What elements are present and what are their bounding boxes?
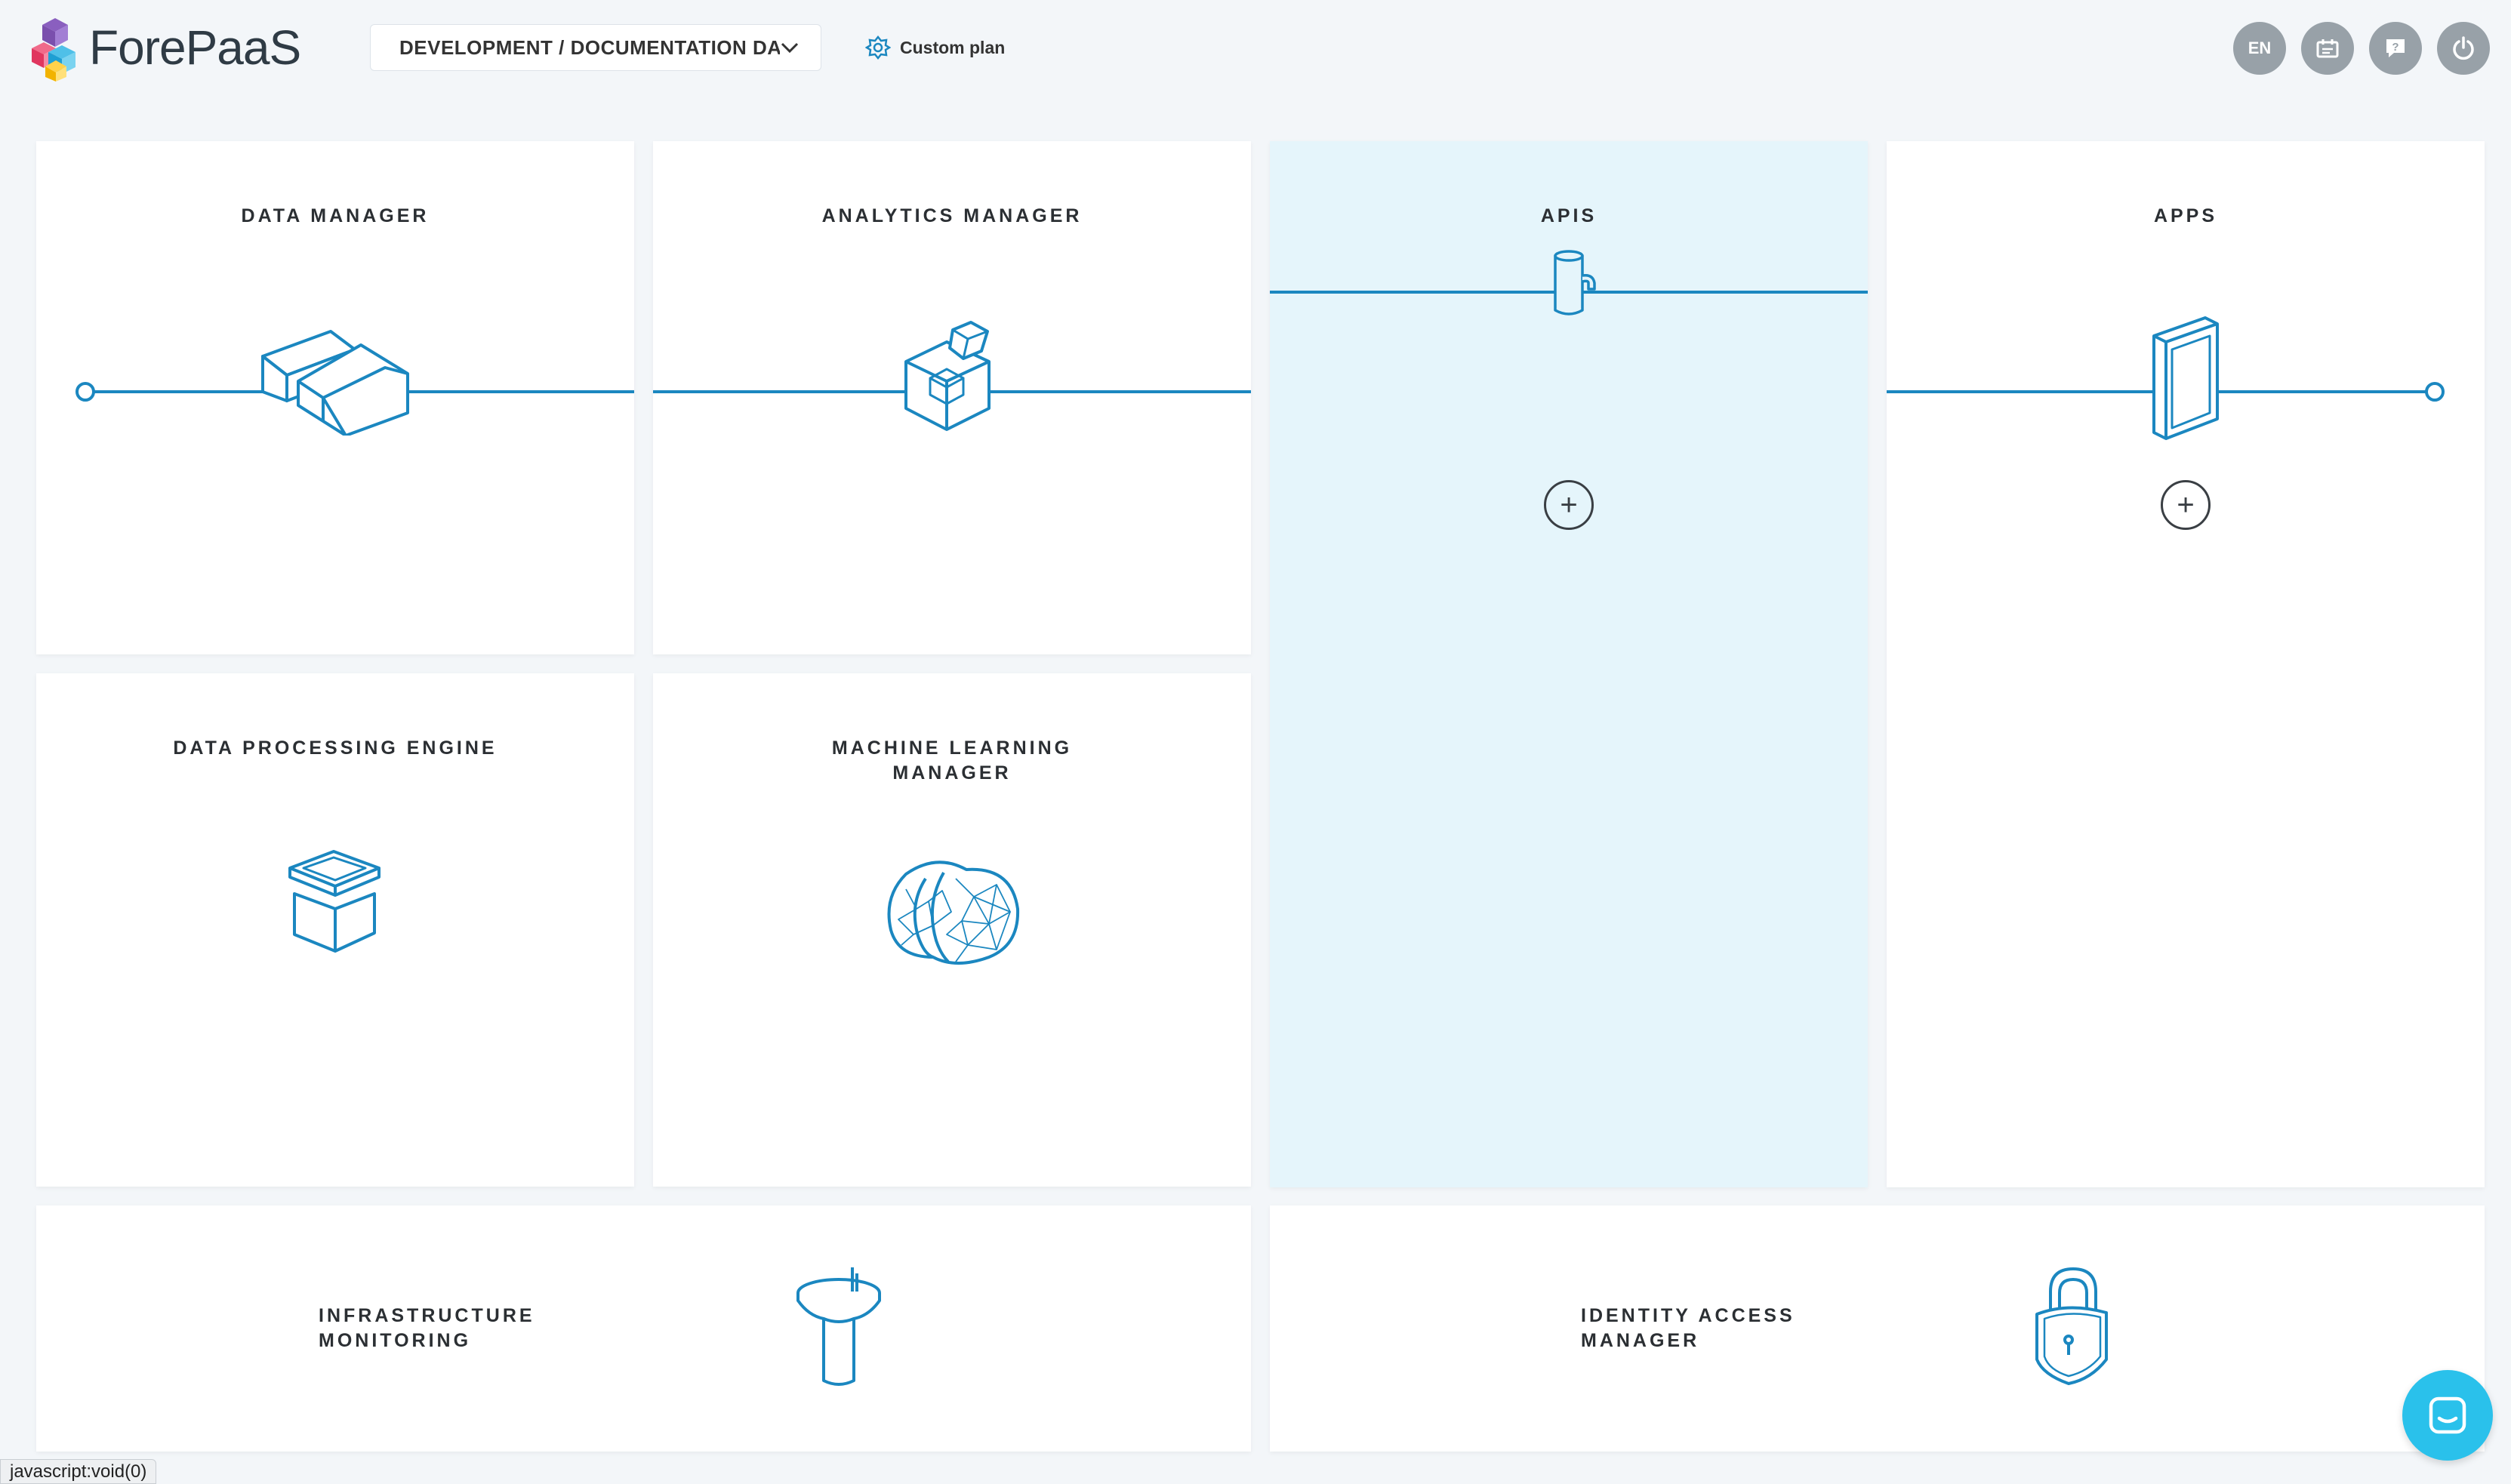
- logout-button[interactable]: [2437, 22, 2490, 75]
- forepaas-logo[interactable]: ForePaaS: [29, 14, 301, 82]
- card-title: DATA MANAGER: [241, 205, 430, 226]
- svg-text:?: ?: [2392, 41, 2399, 54]
- card-title: DATA PROCESSING ENGINE: [173, 737, 498, 759]
- card-infrastructure-monitoring[interactable]: INFRASTRUCTURE MONITORING: [36, 1205, 1251, 1452]
- card-analytics-manager[interactable]: ANALYTICS MANAGER: [653, 141, 1251, 654]
- question-chat-icon: ?: [2386, 39, 2405, 57]
- pipe-tap-icon: [1554, 250, 1596, 316]
- card-title-line2: MANAGER: [1581, 1330, 1700, 1351]
- project-selector-label: DEVELOPMENT / DOCUMENTATION DA...: [399, 35, 780, 59]
- language-label: EN: [2248, 38, 2272, 57]
- card-title: ANALYTICS MANAGER: [821, 205, 1083, 226]
- monitoring-tower-icon: [796, 1267, 881, 1386]
- warehouse-icon: [261, 330, 409, 436]
- card-title-line1: MACHINE LEARNING: [831, 737, 1073, 759]
- card-title-line1: IDENTITY ACCESS: [1581, 1305, 1795, 1326]
- brain-icon: [887, 861, 1020, 965]
- tablet-icon: [2152, 316, 2219, 440]
- plan-link[interactable]: Custom plan: [865, 35, 1005, 60]
- add-app-button[interactable]: +: [2161, 480, 2211, 530]
- card-apis[interactable]: APIS +: [1270, 141, 1868, 1187]
- card-title-line1: INFRASTRUCTURE: [319, 1305, 535, 1326]
- card-identity-access-manager[interactable]: IDENTITY ACCESS MANAGER: [1270, 1205, 2485, 1452]
- gear-icon: [865, 35, 891, 60]
- card-machine-learning-manager[interactable]: MACHINE LEARNING MANAGER: [653, 673, 1251, 1187]
- help-button[interactable]: ?: [2369, 22, 2422, 75]
- chat-icon: [2429, 1396, 2466, 1434]
- card-apps[interactable]: APPS +: [1887, 141, 2485, 1187]
- processing-box-icon: [288, 850, 381, 953]
- card-title-line2: MONITORING: [319, 1330, 472, 1351]
- release-notes-button[interactable]: [2301, 22, 2354, 75]
- project-selector[interactable]: DEVELOPMENT / DOCUMENTATION DA...: [370, 24, 821, 71]
- pipeline-start-node: [75, 382, 95, 402]
- card-title: APPS: [2153, 205, 2218, 226]
- brand-name: ForePaaS: [89, 20, 301, 75]
- card-data-manager[interactable]: DATA MANAGER: [36, 141, 634, 654]
- language-button[interactable]: EN: [2233, 22, 2286, 75]
- card-data-processing-engine[interactable]: DATA PROCESSING ENGINE: [36, 673, 634, 1187]
- link-status-bar: javascript:void(0): [0, 1459, 157, 1484]
- card-title-line2: MANAGER: [892, 762, 1012, 784]
- cube-icon: [904, 321, 991, 431]
- chevron-down-icon: [781, 42, 799, 54]
- power-icon: [2453, 36, 2474, 60]
- plan-label: Custom plan: [900, 37, 1006, 57]
- padlock-icon: [2035, 1267, 2108, 1385]
- pipeline-end-node: [2425, 382, 2445, 402]
- add-api-button[interactable]: +: [1544, 480, 1594, 530]
- logo-cubes-icon: [32, 18, 75, 82]
- chat-launcher-button[interactable]: [2402, 1370, 2493, 1461]
- card-title: APIS: [1540, 205, 1597, 226]
- notes-icon: [2316, 39, 2339, 58]
